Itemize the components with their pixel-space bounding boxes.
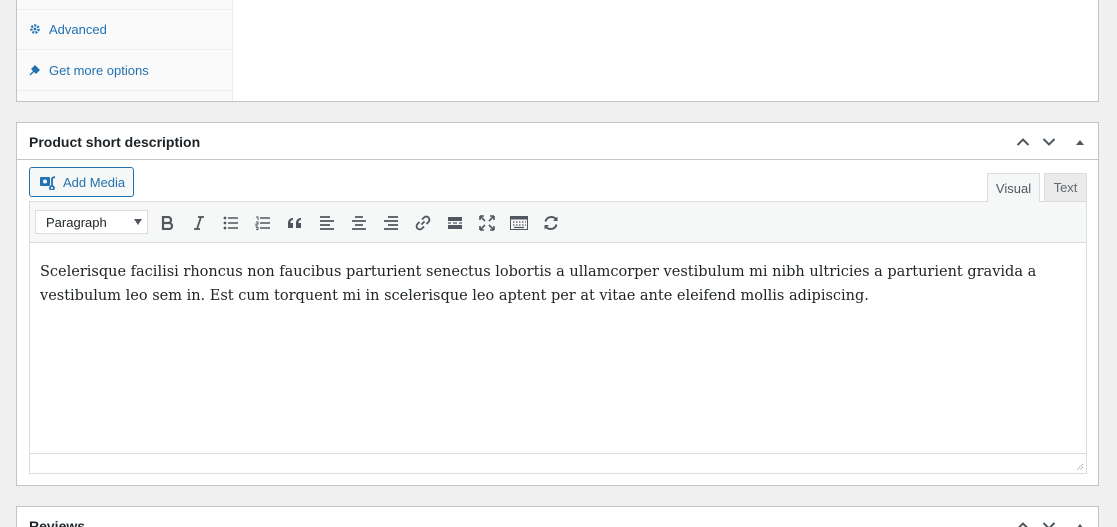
toggle-panel-button[interactable]	[1069, 515, 1091, 527]
bold-icon	[161, 216, 173, 230]
format-select-value: Paragraph	[46, 214, 107, 230]
toolbar-toggle-button[interactable]	[506, 210, 532, 236]
media-icon	[39, 174, 57, 190]
tab-get-more-options[interactable]: Get more options	[17, 50, 233, 91]
panel-header: Product short description	[17, 123, 1098, 160]
numbered-list-icon	[255, 216, 270, 230]
italic-button[interactable]	[186, 210, 212, 236]
tab-visual[interactable]: Visual	[987, 173, 1040, 202]
resize-handle-icon[interactable]	[1074, 461, 1084, 471]
align-right-button[interactable]	[378, 210, 404, 236]
product-data-tabs: Advanced Get more options	[17, 0, 233, 101]
product-data-panel: Advanced Get more options	[16, 0, 1099, 102]
insert-link-button[interactable]	[410, 210, 436, 236]
editor-toolbar: Paragraph	[30, 202, 1086, 243]
tab-get-more-options-label: Get more options	[49, 62, 149, 78]
reviews-panel: Reviews	[16, 506, 1099, 527]
dropdown-arrow-icon	[134, 219, 142, 225]
short-description-panel: Product short description Add Media Visu…	[16, 122, 1099, 486]
align-center-icon	[352, 216, 366, 230]
toggle-panel-button[interactable]	[1069, 131, 1091, 153]
bulleted-list-button[interactable]	[218, 210, 244, 236]
align-left-icon	[320, 216, 334, 230]
fullscreen-icon	[479, 215, 495, 231]
panel-title: Product short description	[29, 134, 201, 150]
move-down-button[interactable]	[1038, 515, 1060, 527]
add-media-label: Add Media	[63, 174, 126, 190]
editor-statusbar	[30, 453, 1086, 473]
refresh-button[interactable]	[538, 210, 564, 236]
caret-up-icon	[1077, 524, 1083, 527]
gear-icon	[28, 22, 42, 36]
numbered-list-button[interactable]	[250, 210, 276, 236]
italic-icon	[194, 216, 204, 230]
tab-advanced[interactable]: Advanced	[17, 9, 233, 50]
fullscreen-button[interactable]	[474, 210, 500, 236]
editor-content[interactable]: Scelerisque facilisi rhoncus non faucibu…	[40, 260, 1080, 308]
move-down-button[interactable]	[1038, 131, 1060, 153]
chevron-down-icon	[1042, 522, 1056, 527]
plugin-icon	[28, 63, 42, 77]
refresh-icon	[544, 216, 558, 230]
add-media-button[interactable]: Add Media	[29, 167, 134, 197]
caret-up-icon	[1076, 140, 1084, 145]
editor: Paragraph Scelerisque facilisi rhoncus n…	[29, 201, 1087, 474]
insert-read-more-button[interactable]	[442, 210, 468, 236]
blockquote-icon	[288, 218, 301, 228]
tab-advanced-label: Advanced	[49, 21, 107, 37]
format-select[interactable]: Paragraph	[35, 210, 148, 234]
bulleted-list-icon	[223, 216, 238, 230]
panel-title: Reviews	[29, 518, 86, 527]
chevron-up-icon	[1016, 138, 1030, 146]
blockquote-button[interactable]	[282, 210, 308, 236]
align-right-icon	[384, 216, 398, 230]
toolbar-toggle-icon	[510, 216, 528, 230]
link-icon	[415, 215, 431, 231]
align-left-button[interactable]	[314, 210, 340, 236]
move-up-button[interactable]	[1012, 515, 1034, 527]
tab-text[interactable]: Text	[1044, 173, 1087, 201]
move-up-button[interactable]	[1012, 131, 1034, 153]
align-center-button[interactable]	[346, 210, 372, 236]
bold-button[interactable]	[154, 210, 180, 236]
chevron-up-icon	[1018, 522, 1028, 527]
chevron-down-icon	[1042, 138, 1056, 146]
read-more-icon	[448, 217, 462, 229]
